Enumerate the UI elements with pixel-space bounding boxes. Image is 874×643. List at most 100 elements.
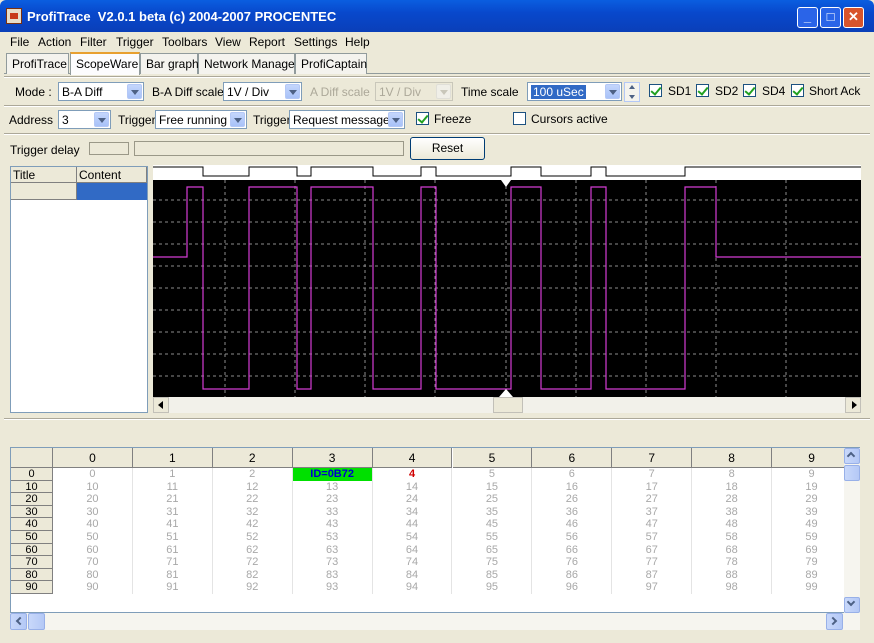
grid-cell[interactable]: 91 [133,581,213,594]
grid-cell[interactable]: 5 [453,468,533,481]
grid-cell[interactable]: 41 [133,518,213,531]
grid-cell[interactable]: 81 [133,568,213,582]
grid-row-header[interactable]: 50 [11,531,53,544]
grid-row-header[interactable]: 20 [11,493,53,506]
grid-cell[interactable]: 2 [213,468,293,481]
grid-cell[interactable]: 71 [133,556,213,569]
grid-cell[interactable]: 49 [772,518,852,531]
frame-info-table[interactable]: Title Content [10,166,148,413]
grid-cell[interactable]: 30 [53,505,133,519]
grid-column-header[interactable]: 8 [692,448,773,468]
menu-action[interactable]: Action [38,35,71,49]
grid-column-header[interactable]: 9 [772,448,852,468]
id-cell[interactable]: ID=0B72 [292,468,373,481]
grid-cell[interactable]: 80 [53,568,133,582]
grid-cell[interactable]: 25 [453,493,533,506]
grid-cell[interactable]: 63 [293,543,373,557]
grid-cell[interactable]: 17 [612,480,693,494]
ba-diff-scale-select[interactable]: 1V / Div [223,82,302,101]
grid-cell[interactable]: 38 [692,505,773,519]
minimize-button[interactable]: _ [797,7,818,28]
grid-cell[interactable]: 88 [692,568,773,582]
chevron-down-icon[interactable] [285,84,300,99]
grid-cell[interactable]: 58 [692,531,773,544]
grid-column-header[interactable]: 5 [452,448,533,468]
grid-cell[interactable]: 66 [532,543,613,557]
grid-cell[interactable]: 98 [692,581,773,594]
grid-cell[interactable]: 14 [373,480,453,494]
grid-column-header[interactable]: 0 [53,448,133,468]
grid-scroll-left-button[interactable] [10,613,27,630]
grid-cell[interactable]: 61 [133,543,213,557]
grid-horizontal-thumb[interactable] [28,613,45,630]
byte-grid[interactable]: 0 1 2 3 4 5 6 7 8 9 0 0 1 2 ID=0B72 4 5 6 7 8 9 10 10 11 12 13 14 1… [10,447,860,613]
sd1-checkbox[interactable] [649,84,662,97]
scroll-left-button[interactable] [153,397,169,413]
grid-cell[interactable]: 28 [692,493,773,506]
reset-button[interactable]: Reset [410,137,485,160]
spin-down-icon[interactable] [629,95,635,99]
grid-cell[interactable]: 16 [532,480,613,494]
grid-cell[interactable]: 54 [373,531,453,544]
grid-row-header[interactable]: 60 [11,543,53,557]
scroll-up-button[interactable] [844,448,860,464]
scope-display[interactable] [153,165,861,397]
grid-cell[interactable]: 40 [53,518,133,531]
grid-cell[interactable]: 70 [53,556,133,569]
grid-cell[interactable]: 19 [772,480,852,494]
menu-help[interactable]: Help [345,35,370,49]
grid-row-header[interactable]: 40 [11,518,53,531]
column-header-title[interactable]: Title [11,167,77,183]
mode-select[interactable]: B-A Diff [58,82,144,101]
grid-cell[interactable]: 12 [213,480,293,494]
grid-cell[interactable]: 20 [53,493,133,506]
chevron-down-icon[interactable] [230,112,245,127]
grid-cell[interactable]: 51 [133,531,213,544]
scope-scroll-thumb[interactable] [493,397,523,413]
highlighted-byte-cell[interactable]: 4 [373,468,453,481]
grid-cell[interactable]: 95 [453,581,533,594]
grid-cell[interactable]: 85 [453,568,533,582]
grid-cell[interactable]: 55 [453,531,533,544]
grid-cell[interactable]: 82 [213,568,293,582]
grid-cell[interactable]: 46 [532,518,613,531]
grid-cell[interactable]: 73 [293,556,373,569]
grid-cell[interactable]: 76 [532,556,613,569]
tab-bar-graph[interactable]: Bar graph [140,53,199,74]
menu-file[interactable]: File [10,35,29,49]
grid-cell[interactable]: 79 [772,556,852,569]
grid-cell[interactable]: 57 [612,531,693,544]
grid-cell[interactable]: 68 [692,543,773,557]
maximize-button[interactable]: □ [820,7,841,28]
menu-report[interactable]: Report [249,35,285,49]
trigger-mode-select[interactable]: Free running [155,110,247,129]
grid-cell[interactable]: 9 [772,468,852,481]
chevron-down-icon[interactable] [388,112,403,127]
grid-cell[interactable]: 7 [612,468,693,481]
spin-up-icon[interactable] [629,85,635,89]
tab-scopeware[interactable]: ScopeWare [70,52,140,75]
grid-row-header[interactable]: 30 [11,505,53,519]
grid-cell[interactable]: 77 [612,556,693,569]
trigger-type-select[interactable]: Request message [289,110,405,129]
short-ack-checkbox[interactable] [791,84,804,97]
close-button[interactable]: ✕ [843,7,864,28]
grid-row-header[interactable]: 10 [11,480,53,494]
grid-cell[interactable]: 32 [213,505,293,519]
grid-cell[interactable]: 53 [293,531,373,544]
grid-cell[interactable]: 99 [772,581,852,594]
grid-cell[interactable]: 23 [293,493,373,506]
grid-row-header[interactable]: 70 [11,556,53,569]
grid-cell[interactable]: 64 [373,543,453,557]
tab-profitrace[interactable]: ProfiTrace [6,53,69,74]
grid-cell[interactable]: 11 [133,480,213,494]
grid-cell[interactable]: 22 [213,493,293,506]
grid-cell[interactable]: 45 [453,518,533,531]
grid-cell[interactable]: 18 [692,480,773,494]
grid-cell[interactable]: 56 [532,531,613,544]
grid-row-header[interactable]: 90 [11,581,53,594]
grid-cell[interactable]: 24 [373,493,453,506]
grid-cell[interactable]: 60 [53,543,133,557]
grid-cell[interactable]: 96 [532,581,613,594]
grid-cell[interactable]: 33 [293,505,373,519]
